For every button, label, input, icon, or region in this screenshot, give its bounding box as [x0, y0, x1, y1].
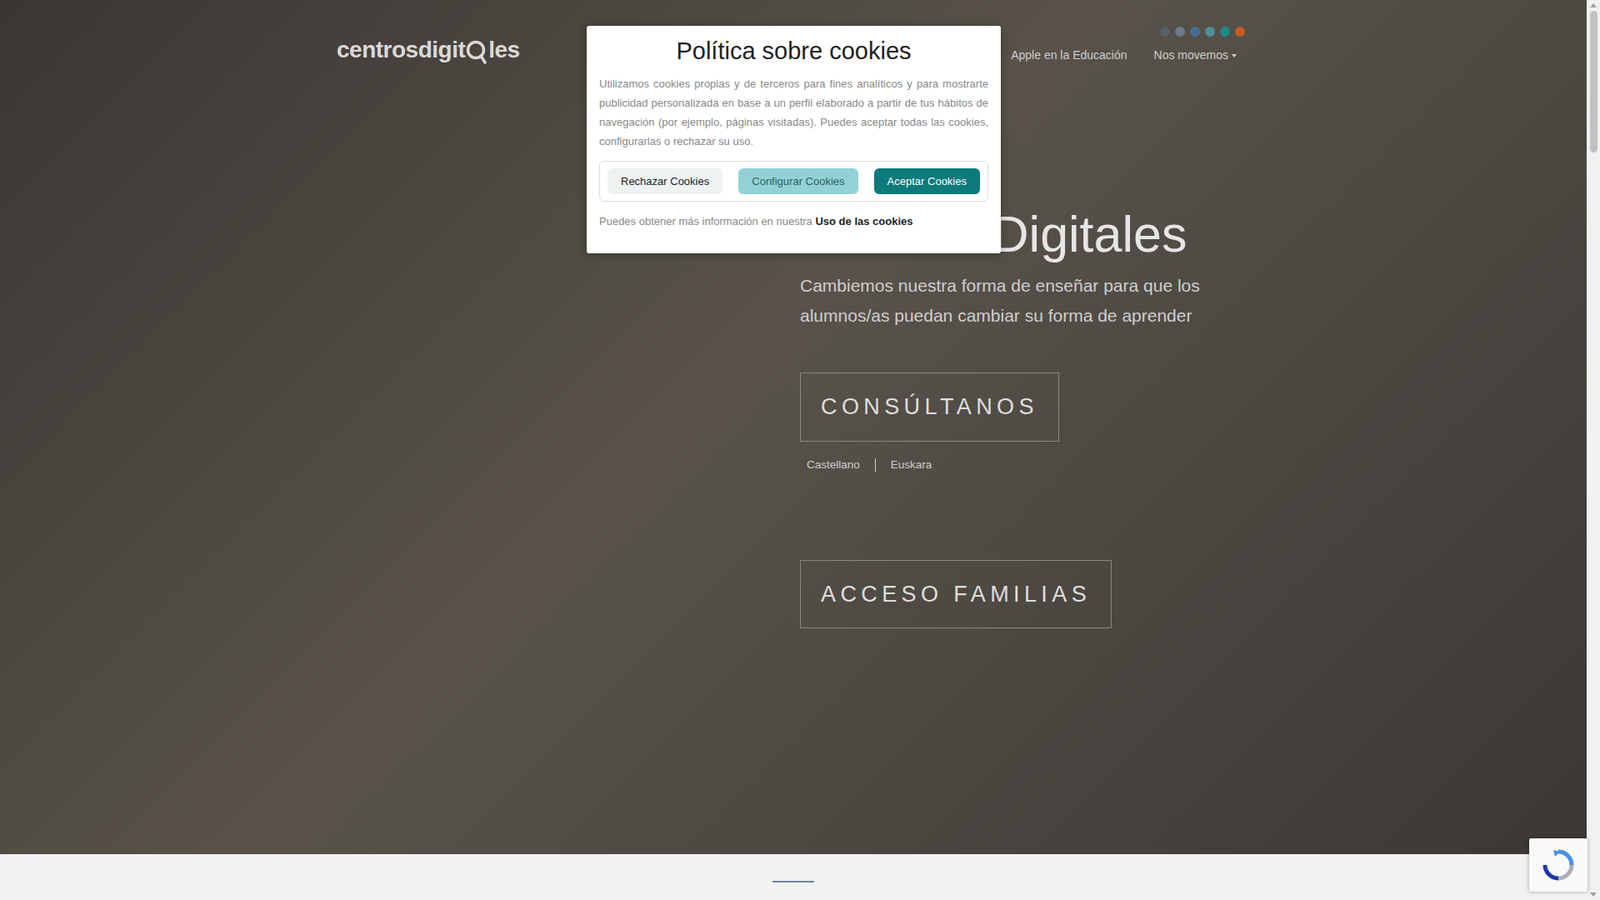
divider-line	[772, 880, 815, 883]
hero-subtitle: Cambiemos nuestra forma de enseñar para …	[800, 270, 1234, 331]
color-dot	[1175, 26, 1185, 37]
scroll-down-icon[interactable]	[1590, 892, 1597, 897]
families-button[interactable]: ACCESO FAMILIAS	[800, 560, 1112, 630]
color-dot	[1205, 26, 1215, 37]
accept-cookies-button[interactable]: Aceptar Cookies	[874, 168, 980, 195]
cookie-buttons: Rechazar Cookies Configurar Cookies Acepta…	[599, 160, 989, 202]
language-separator	[875, 458, 876, 472]
logo[interactable]: centrosdigitles	[336, 32, 520, 68]
language-link[interactable]: Euskara	[890, 456, 933, 474]
cookie-dialog-footer: Puedes obtener más información en nuestr…	[599, 213, 989, 230]
language-links: Castellano Euskara	[806, 456, 932, 474]
color-dot	[1220, 26, 1230, 37]
caret-down-icon	[1231, 54, 1237, 58]
recaptcha-icon	[1541, 848, 1575, 882]
scrollbar	[1586, 0, 1600, 900]
color-dots	[1160, 26, 1245, 37]
nav-link[interactable]: Nos movemos	[1154, 46, 1237, 65]
cookie-dialog: Política sobre cookies Utilizamos cookies…	[586, 25, 1001, 254]
hero-content: Centros DigitalesCambiemos nuestra forma…	[0, 204, 1587, 629]
nav-link[interactable]: Apple en la Educación	[1010, 46, 1127, 65]
language-link[interactable]: Castellano	[806, 456, 860, 474]
reject-cookies-button[interactable]: Rechazar Cookies	[607, 168, 723, 195]
nav-links: Apple en la Educación Nos movemos	[1010, 46, 1237, 65]
scrollbar-thumb[interactable]	[1590, 10, 1598, 153]
configure-cookies-button[interactable]: Configurar Cookies	[738, 168, 858, 195]
recaptcha-badge[interactable]	[1529, 838, 1588, 892]
cookie-dialog-text: Utilizamos cookies propias y de terceros…	[599, 74, 989, 151]
color-dot	[1190, 26, 1200, 37]
bottom-strip	[0, 854, 1587, 900]
nav-right: Apple en la Educación Nos movemos	[1010, 26, 1237, 65]
cookie-policy-link[interactable]: Uso de las cookies	[815, 215, 913, 228]
color-dot	[1235, 26, 1245, 37]
logo-magnifier-icon	[465, 39, 488, 65]
scroll-up-icon[interactable]	[1590, 3, 1597, 8]
page: centrosdigitles Apple en la Educación Nos …	[0, 0, 1600, 900]
cookie-dialog-title: Política sobre cookies	[599, 34, 989, 68]
color-dot	[1160, 26, 1170, 37]
consult-button[interactable]: CONSÚLTANOS	[800, 372, 1060, 442]
